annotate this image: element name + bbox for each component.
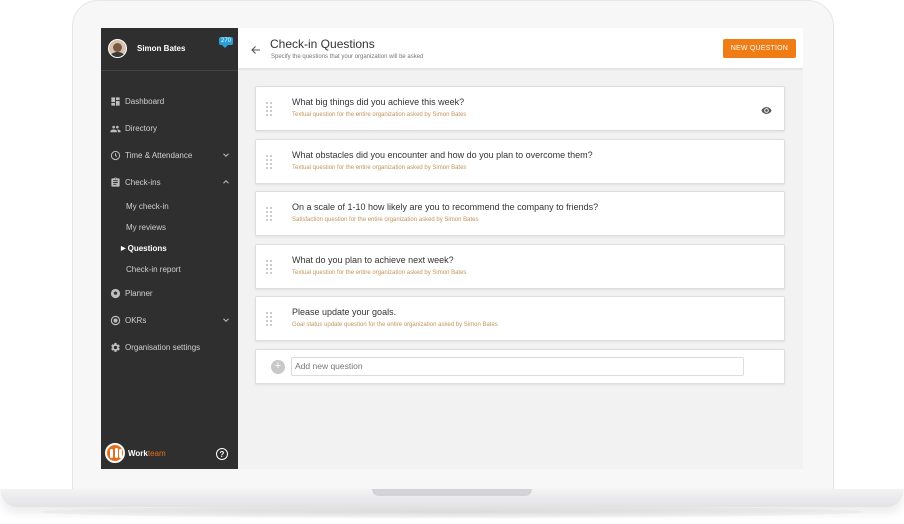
- question-text: What do you plan to achieve next week?: [292, 254, 454, 265]
- sidebar-item-label: Planner: [125, 289, 153, 298]
- sidebar-item-planner[interactable]: Planner: [101, 280, 238, 307]
- sidebar-subitem-my-reviews[interactable]: My reviews: [101, 217, 238, 238]
- user-name: Simon Bates: [137, 43, 186, 53]
- chevron-down-icon[interactable]: [221, 315, 231, 325]
- page-header: Check-in Questions Specify the questions…: [238, 28, 803, 69]
- sidebar-item-label: Organisation settings: [125, 343, 201, 352]
- plus-circle-icon[interactable]: +: [271, 359, 285, 374]
- laptop-shadow: [40, 506, 864, 518]
- user-profile[interactable]: Simon Bates 270: [101, 32, 238, 64]
- sidebar-item-label: Check-ins: [125, 178, 161, 187]
- people-icon: [110, 123, 121, 134]
- question-card[interactable]: What obstacles did you encounter and how…: [255, 138, 785, 184]
- target-icon: [110, 315, 121, 326]
- sidebar-subitem-questions[interactable]: ▶ Questions: [101, 238, 238, 259]
- clock-icon: [110, 150, 121, 161]
- sidebar-item-okrs[interactable]: OKRs: [101, 307, 238, 334]
- question-card[interactable]: On a scale of 1-10 how likely are you to…: [255, 191, 785, 236]
- add-question-input[interactable]: [291, 356, 744, 376]
- sidebar-item-label: Directory: [125, 124, 158, 133]
- question-meta: Textual question for the entire organiza…: [292, 164, 467, 171]
- stage: Simon Bates 270 Dashboard Directory Time…: [0, 0, 904, 524]
- question-meta: Satisfaction question for the entire org…: [292, 217, 479, 223]
- sidebar-subitem-label: Check-in report: [126, 265, 181, 274]
- avatar[interactable]: [108, 38, 127, 58]
- brand-logo[interactable]: Workteam: [105, 443, 166, 463]
- sidebar: Simon Bates 270 Dashboard Directory Time…: [101, 28, 238, 469]
- chevron-down-icon[interactable]: [221, 150, 231, 160]
- question-meta: Goal status update question for the enti…: [292, 322, 498, 328]
- clipboard-icon: [110, 177, 121, 188]
- chevron-up-icon[interactable]: [221, 177, 231, 187]
- sidebar-subitem-label: My check-in: [126, 202, 169, 211]
- laptop-notch: [372, 489, 532, 496]
- add-question-row: +: [255, 348, 785, 384]
- sidebar-subitem-label: My reviews: [126, 223, 167, 232]
- drag-handle-icon[interactable]: [266, 312, 274, 326]
- question-list: What big things did you achieve this wee…: [255, 86, 785, 384]
- sidebar-item-label: OKRs: [125, 316, 147, 325]
- new-question-button[interactable]: NEW QUESTION: [722, 39, 796, 58]
- question-meta: Textual question for the entire organiza…: [292, 112, 467, 118]
- brand-name: Workteam: [128, 448, 166, 458]
- eye-icon[interactable]: [761, 103, 772, 114]
- sidebar-subitem-label: Questions: [127, 244, 167, 253]
- drag-handle-icon[interactable]: [266, 259, 274, 274]
- sidebar-nav: Dashboard Directory Time & Attendance Ch…: [101, 88, 238, 361]
- sidebar-item-time-attendance[interactable]: Time & Attendance: [101, 142, 238, 169]
- drag-handle-icon[interactable]: [266, 207, 274, 221]
- workteam-logo-icon: [105, 443, 125, 463]
- sidebar-item-dashboard[interactable]: Dashboard: [101, 88, 238, 115]
- sidebar-subitem-my-check-in[interactable]: My check-in: [101, 196, 238, 217]
- question-text: On a scale of 1-10 how likely are you to…: [292, 202, 599, 212]
- sidebar-divider: [101, 70, 238, 71]
- question-text: What big things did you achieve this wee…: [292, 97, 465, 107]
- page-title: Check-in Questions: [270, 37, 375, 51]
- question-card[interactable]: What big things did you achieve this wee…: [255, 86, 785, 131]
- app-screen: Simon Bates 270 Dashboard Directory Time…: [101, 28, 803, 469]
- page-subtitle: Specify the questions that your organiza…: [271, 54, 424, 60]
- sidebar-item-directory[interactable]: Directory: [101, 115, 238, 142]
- soccer-ball-icon: [110, 288, 121, 299]
- notification-badge[interactable]: 270: [218, 37, 233, 48]
- back-arrow-icon[interactable]: [250, 43, 262, 55]
- question-text: What obstacles did you encounter and how…: [292, 149, 593, 160]
- question-card[interactable]: Please update your goals. Goal status up…: [255, 296, 785, 341]
- sidebar-item-check-ins[interactable]: Check-ins: [101, 169, 238, 196]
- sidebar-subitem-check-in-report[interactable]: Check-in report: [101, 259, 238, 280]
- question-meta: Textual question for the entire organiza…: [292, 269, 467, 276]
- sidebar-item-label: Time & Attendance: [125, 151, 193, 160]
- sidebar-item-organisation-settings[interactable]: Organisation settings: [101, 334, 238, 361]
- help-icon[interactable]: ?: [216, 448, 228, 460]
- sidebar-item-label: Dashboard: [125, 97, 165, 106]
- dashboard-icon: [110, 96, 121, 107]
- active-indicator-icon: ▶: [121, 246, 126, 252]
- drag-handle-icon[interactable]: [266, 154, 274, 169]
- main-content: Check-in Questions Specify the questions…: [238, 28, 803, 469]
- question-text: Please update your goals.: [292, 307, 397, 317]
- question-card[interactable]: What do you plan to achieve next week? T…: [255, 243, 785, 289]
- drag-handle-icon[interactable]: [266, 102, 274, 116]
- gear-icon: [110, 342, 121, 353]
